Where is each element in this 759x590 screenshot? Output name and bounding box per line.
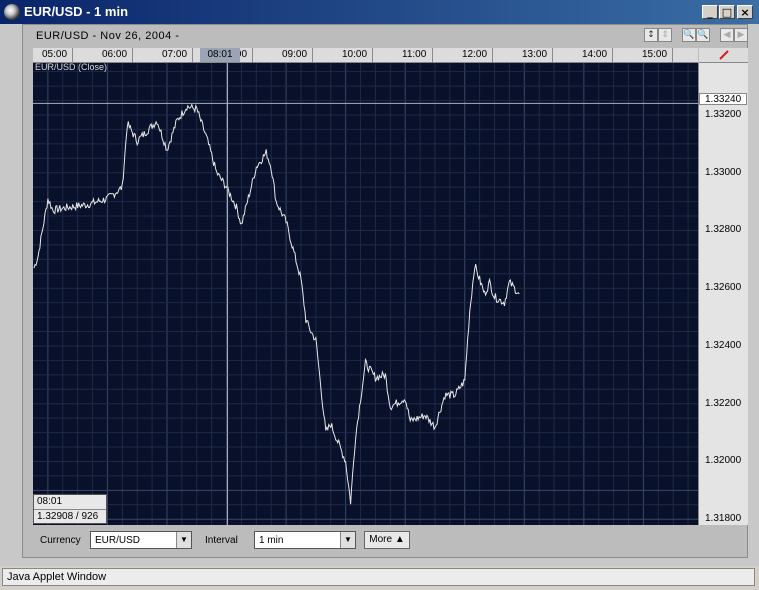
scroll-right-icon[interactable]: ▶	[734, 28, 748, 42]
minimize-button[interactable]: _	[702, 5, 718, 19]
cursor-readout: 08:01 1.32908 / 926	[33, 494, 107, 524]
time-tick	[252, 48, 253, 62]
time-tick	[432, 48, 433, 62]
price-axis[interactable]: 1.33240 1.33200 1.33000 1.32800 1.32600 1.32…	[698, 63, 748, 525]
time-tick	[552, 48, 553, 62]
currency-select[interactable]: EUR/USD ▼	[90, 531, 192, 549]
reset-vertical-button[interactable]: ⇕	[658, 28, 672, 42]
close-button[interactable]: ×	[737, 5, 753, 19]
interval-label: Interval	[205, 535, 238, 546]
price-tick-label: 1.32800	[705, 224, 742, 236]
time-tick	[492, 48, 493, 62]
time-tick-label: 05:00	[42, 49, 68, 60]
readout-time: 08:01	[34, 495, 106, 510]
price-tick-label: 1.32200	[705, 397, 742, 409]
time-tick-label: 12:00	[462, 49, 488, 60]
window-title: EUR/USD - 1 min	[24, 4, 129, 19]
price-tick-label: 1.32600	[705, 282, 742, 294]
time-tick-label: 10:00	[342, 49, 368, 60]
readout-value: 1.32908 / 926	[37, 511, 99, 522]
time-tick	[312, 48, 313, 62]
time-tick-label: 15:00	[642, 49, 668, 60]
price-tick-label: 1.33200	[705, 108, 742, 120]
currency-label: Currency	[40, 535, 81, 546]
currency-value: EUR/USD	[95, 535, 141, 546]
price-tick-label: 1.33000	[705, 166, 742, 178]
time-tick-label: 14:00	[582, 49, 608, 60]
draw-tool-button[interactable]	[699, 48, 748, 63]
more-button[interactable]: More ▲	[364, 531, 410, 549]
time-tick	[72, 48, 73, 62]
chevron-down-icon[interactable]: ▼	[176, 532, 191, 548]
status-bar: Java Applet Window	[2, 568, 755, 586]
series-label: EUR/USD (Close)	[35, 62, 108, 72]
time-tick-label: 13:00	[522, 49, 548, 60]
interval-select[interactable]: 1 min ▼	[254, 531, 356, 549]
zoom-in-icon[interactable]: 🔍	[682, 28, 696, 42]
maximize-button[interactable]: □	[719, 5, 735, 19]
time-tick-label: 06:00	[102, 49, 128, 60]
time-tick	[192, 48, 193, 62]
time-axis[interactable]: 05:0006:0007:0008:0009:0010:0011:0012:00…	[33, 48, 698, 63]
status-text: Java Applet Window	[7, 571, 107, 583]
fit-vertical-button[interactable]: ↕	[644, 28, 658, 42]
window-title-bar: EUR/USD - 1 min _ □ ×	[0, 0, 759, 24]
scroll-left-icon[interactable]: ◀	[720, 28, 734, 42]
time-tick	[672, 48, 673, 62]
price-tick-label: 1.32400	[705, 339, 742, 351]
pencil-icon	[719, 50, 729, 60]
time-tick-label: 11:00	[402, 49, 427, 60]
price-tick-label: 1.31800	[705, 513, 742, 525]
time-tick	[372, 48, 373, 62]
interval-value: 1 min	[259, 535, 284, 546]
price-plot[interactable]	[33, 63, 698, 525]
chart-title: EUR/USD - Nov 26, 2004 -	[36, 30, 180, 42]
chevron-down-icon[interactable]: ▼	[340, 532, 355, 548]
time-tick-label: 07:00	[162, 49, 188, 60]
time-tick	[612, 48, 613, 62]
time-tick	[132, 48, 133, 62]
app-icon[interactable]	[4, 4, 20, 20]
price-cursor-label: 1.33240	[699, 93, 747, 105]
time-tick-label: 09:00	[282, 49, 308, 60]
cursor-time-label: 08:01	[200, 48, 240, 62]
price-chart-svg	[33, 63, 698, 525]
zoom-out-icon[interactable]: 🔍	[696, 28, 710, 42]
price-series-line	[33, 102, 520, 505]
price-tick-label: 1.32000	[705, 455, 742, 467]
